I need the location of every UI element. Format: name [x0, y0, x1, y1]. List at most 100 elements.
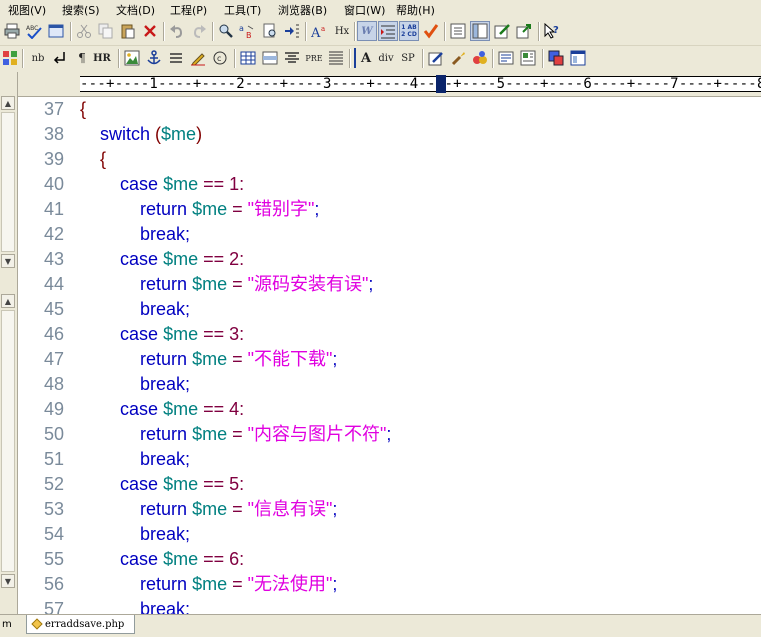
find-icon[interactable]	[216, 21, 236, 41]
copy-icon[interactable]	[96, 21, 116, 41]
code-text[interactable]: break;	[80, 522, 190, 547]
code-line[interactable]: 51 break;	[18, 447, 761, 472]
code-text[interactable]: switch ($me)	[80, 122, 202, 147]
menu-help[interactable]: 帮助(H)	[396, 2, 435, 18]
code-text[interactable]: case $me == 5:	[80, 472, 244, 497]
pre-button[interactable]: PRE	[304, 48, 324, 68]
redo-icon[interactable]	[189, 21, 209, 41]
code-line[interactable]: 50 return $me = "内容与图片不符";	[18, 422, 761, 447]
word-wrap-icon[interactable]: W	[357, 21, 377, 41]
menu-view[interactable]: 视图(V)	[8, 2, 46, 18]
code-text[interactable]: break;	[80, 222, 190, 247]
list-lines-icon[interactable]	[326, 48, 346, 68]
copyright-icon[interactable]: c	[210, 48, 230, 68]
scroll-up-icon[interactable]: ▲	[1, 96, 15, 110]
image-icon[interactable]	[122, 48, 142, 68]
help-cursor-icon[interactable]: ?	[542, 21, 562, 41]
code-text[interactable]: case $me == 6:	[80, 547, 244, 572]
window-icon[interactable]	[46, 21, 66, 41]
code-editor[interactable]: 37{38 switch ($me) 39 {40 case $me == 1: 4…	[18, 97, 761, 614]
div-button[interactable]: div	[376, 48, 396, 68]
code-line[interactable]: 41 return $me = "错别字";	[18, 197, 761, 222]
code-line[interactable]: 38 switch ($me)	[18, 122, 761, 147]
hr-button[interactable]: HR	[92, 48, 112, 68]
file-tab[interactable]: erraddsave.php	[26, 615, 136, 634]
menu-project[interactable]: 工程(P)	[170, 2, 207, 18]
preview-icon[interactable]	[546, 48, 566, 68]
menu-window[interactable]: 窗口(W)	[344, 2, 385, 18]
edit-icon[interactable]	[492, 21, 512, 41]
spellcheck-icon[interactable]: ABC	[24, 21, 44, 41]
check-icon[interactable]	[421, 21, 441, 41]
scroll-down-icon[interactable]: ▼	[1, 574, 15, 588]
side-scroll-track[interactable]	[1, 310, 15, 572]
code-line[interactable]: 52 case $me == 5:	[18, 472, 761, 497]
code-text[interactable]: return $me = "错别字";	[80, 197, 319, 222]
code-line[interactable]: 54 break;	[18, 522, 761, 547]
panel-icon[interactable]	[470, 21, 490, 41]
code-line[interactable]: 47 return $me = "不能下载";	[18, 347, 761, 372]
code-line[interactable]: 56 return $me = "无法使用";	[18, 572, 761, 597]
span-button[interactable]: SP	[398, 48, 418, 68]
menu-browser[interactable]: 浏览器(B)	[278, 2, 327, 18]
code-line[interactable]: 43 case $me == 2:	[18, 247, 761, 272]
code-text[interactable]: return $me = "不能下载";	[80, 347, 337, 372]
table-icon[interactable]	[238, 48, 258, 68]
code-line[interactable]: 49 case $me == 4:	[18, 397, 761, 422]
code-text[interactable]: break;	[80, 447, 190, 472]
code-line[interactable]: 40 case $me == 1:	[18, 172, 761, 197]
grid-icon[interactable]	[0, 48, 20, 68]
align-icon[interactable]	[166, 48, 186, 68]
code-text[interactable]: return $me = "信息有误";	[80, 497, 337, 522]
code-line[interactable]: 44 return $me = "源码安装有误";	[18, 272, 761, 297]
menu-search[interactable]: 搜索(S)	[62, 2, 100, 18]
paragraph-button[interactable]: ¶	[72, 48, 92, 68]
code-text[interactable]: {	[80, 97, 86, 122]
style-edit-icon[interactable]	[426, 48, 446, 68]
font-button[interactable]: A	[354, 48, 376, 68]
code-text[interactable]: return $me = "源码安装有误";	[80, 272, 373, 297]
code-line[interactable]: 55 case $me == 6:	[18, 547, 761, 572]
center-align-icon[interactable]	[282, 48, 302, 68]
delete-icon[interactable]	[140, 21, 160, 41]
code-line[interactable]: 57 break;	[18, 597, 761, 614]
code-text[interactable]: return $me = "无法使用";	[80, 572, 337, 597]
code-line[interactable]: 39 {	[18, 147, 761, 172]
line-break-icon[interactable]	[50, 48, 70, 68]
objects-icon[interactable]	[470, 48, 490, 68]
pencil-icon[interactable]	[188, 48, 208, 68]
anchor-icon[interactable]	[144, 48, 164, 68]
cut-icon[interactable]	[74, 21, 94, 41]
table-row-icon[interactable]	[260, 48, 280, 68]
find-in-files-icon[interactable]	[260, 21, 280, 41]
list-icon[interactable]	[448, 21, 468, 41]
scroll-down-icon[interactable]: ▼	[1, 254, 15, 268]
browser-icon[interactable]	[568, 48, 588, 68]
brush-icon[interactable]	[448, 48, 468, 68]
code-text[interactable]: case $me == 2:	[80, 247, 244, 272]
menu-document[interactable]: 文档(D)	[116, 2, 155, 18]
hx-icon[interactable]: Hx	[332, 21, 352, 41]
scroll-up-icon[interactable]: ▲	[1, 294, 15, 308]
goto-icon[interactable]	[282, 21, 302, 41]
replace-icon[interactable]: aB	[238, 21, 258, 41]
code-line[interactable]: 53 return $me = "信息有误";	[18, 497, 761, 522]
code-line[interactable]: 45 break;	[18, 297, 761, 322]
paste-icon[interactable]	[118, 21, 138, 41]
code-text[interactable]: {	[80, 147, 106, 172]
menu-tools[interactable]: 工具(T)	[224, 2, 261, 18]
form-icon[interactable]	[496, 48, 516, 68]
code-line[interactable]: 48 break;	[18, 372, 761, 397]
code-text[interactable]: case $me == 4:	[80, 397, 244, 422]
print-icon[interactable]	[2, 21, 22, 41]
code-text[interactable]: return $me = "内容与图片不符";	[80, 422, 391, 447]
font-size-icon[interactable]: Aa	[310, 21, 330, 41]
code-text[interactable]: break;	[80, 297, 190, 322]
line-numbers-icon[interactable]: 1 AB 2 CD	[399, 21, 419, 41]
code-text[interactable]: case $me == 3:	[80, 322, 244, 347]
code-text[interactable]: break;	[80, 597, 190, 614]
code-line[interactable]: 42 break;	[18, 222, 761, 247]
code-line[interactable]: 37 {	[18, 97, 761, 122]
side-scroll-track[interactable]	[1, 112, 15, 252]
frame-icon[interactable]	[518, 48, 538, 68]
